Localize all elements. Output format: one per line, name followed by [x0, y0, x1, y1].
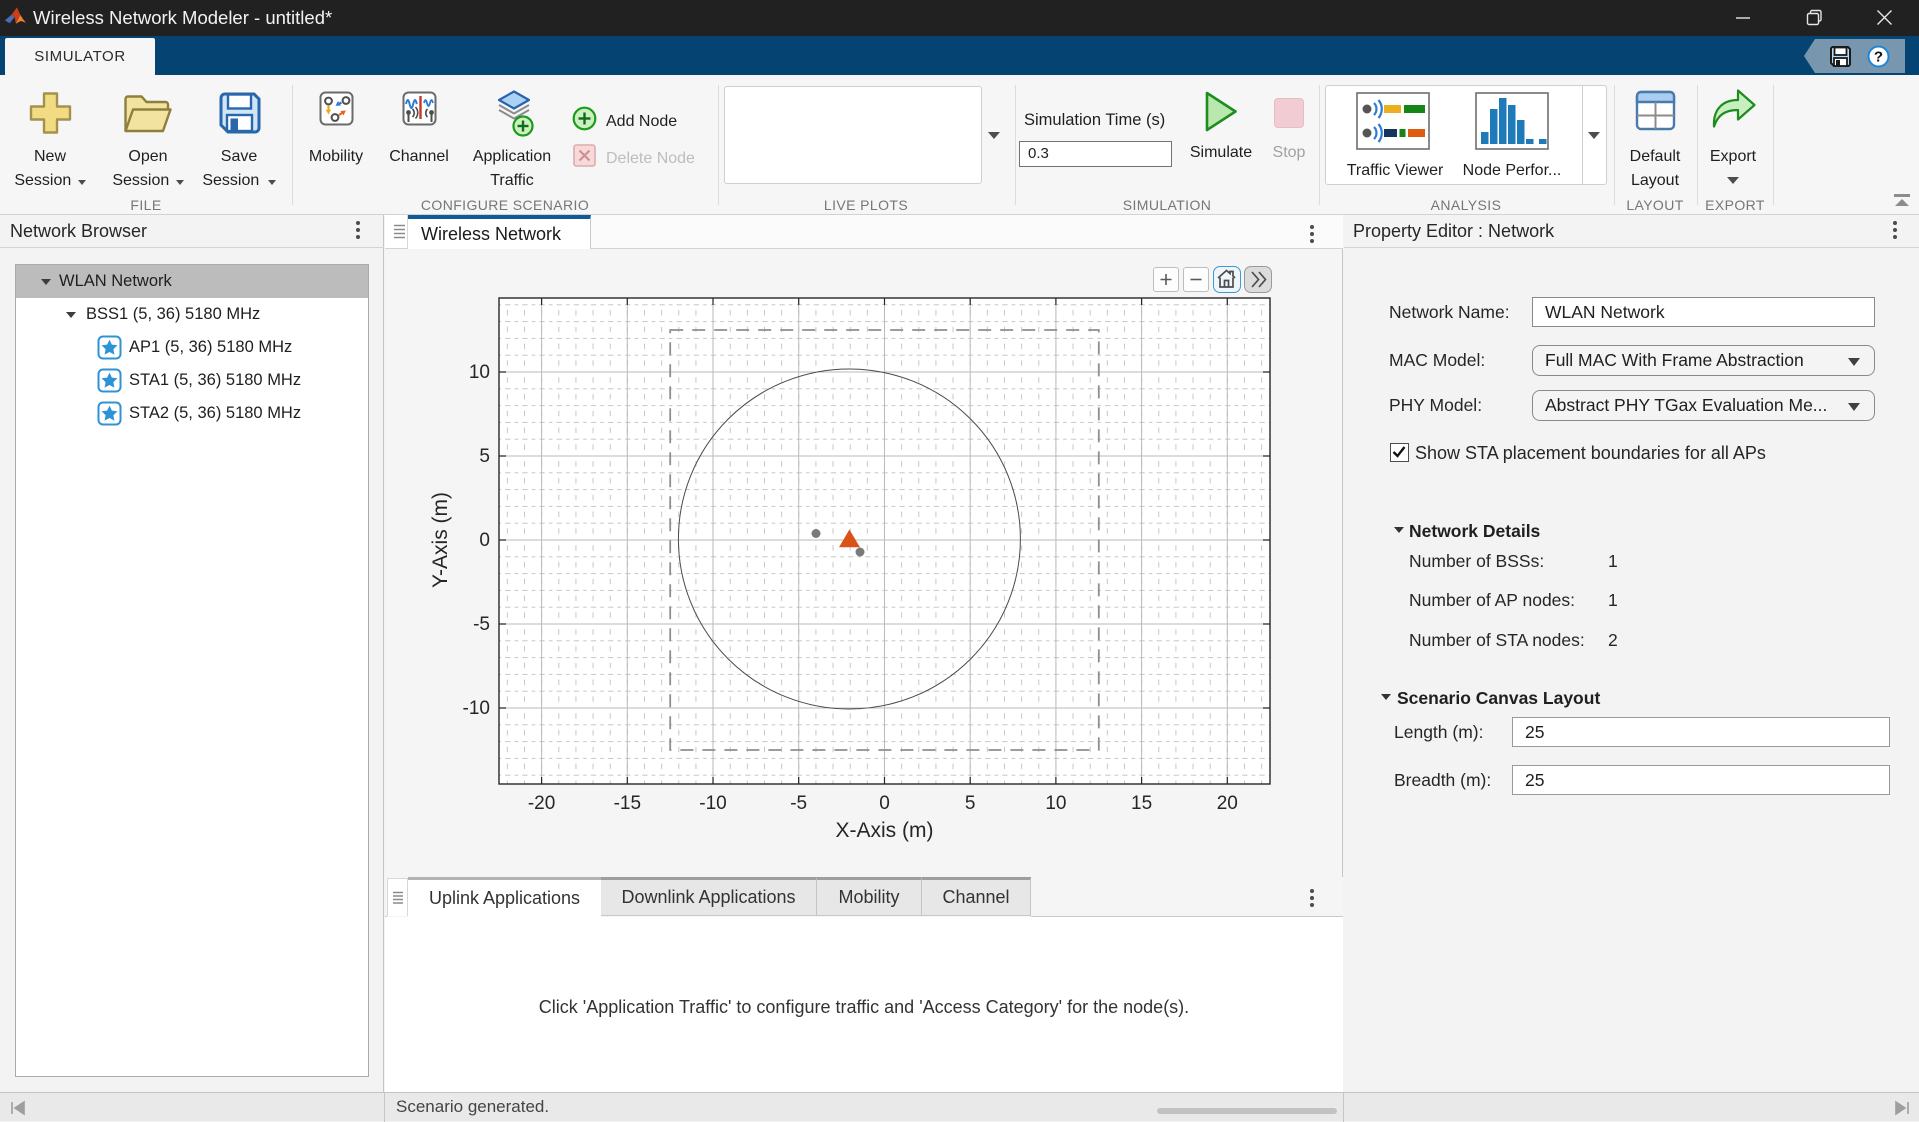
svg-text:Y-Axis (m): Y-Axis (m): [429, 492, 452, 588]
svg-text:-10: -10: [463, 698, 490, 719]
svg-text:5: 5: [479, 446, 490, 467]
svg-text:X-Axis (m): X-Axis (m): [836, 819, 934, 842]
svg-text:20: 20: [1217, 793, 1238, 814]
svg-text:0: 0: [479, 530, 490, 551]
svg-text:?: ?: [1874, 49, 1883, 66]
svg-text:10: 10: [469, 362, 490, 383]
svg-text:-5: -5: [473, 614, 490, 635]
svg-text:10: 10: [1045, 793, 1066, 814]
svg-text:5: 5: [965, 793, 976, 814]
svg-text:0: 0: [879, 793, 890, 814]
svg-text:-15: -15: [614, 793, 641, 814]
svg-text:-20: -20: [528, 793, 555, 814]
svg-text:-5: -5: [790, 793, 807, 814]
svg-text:-10: -10: [699, 793, 726, 814]
svg-text:15: 15: [1131, 793, 1152, 814]
